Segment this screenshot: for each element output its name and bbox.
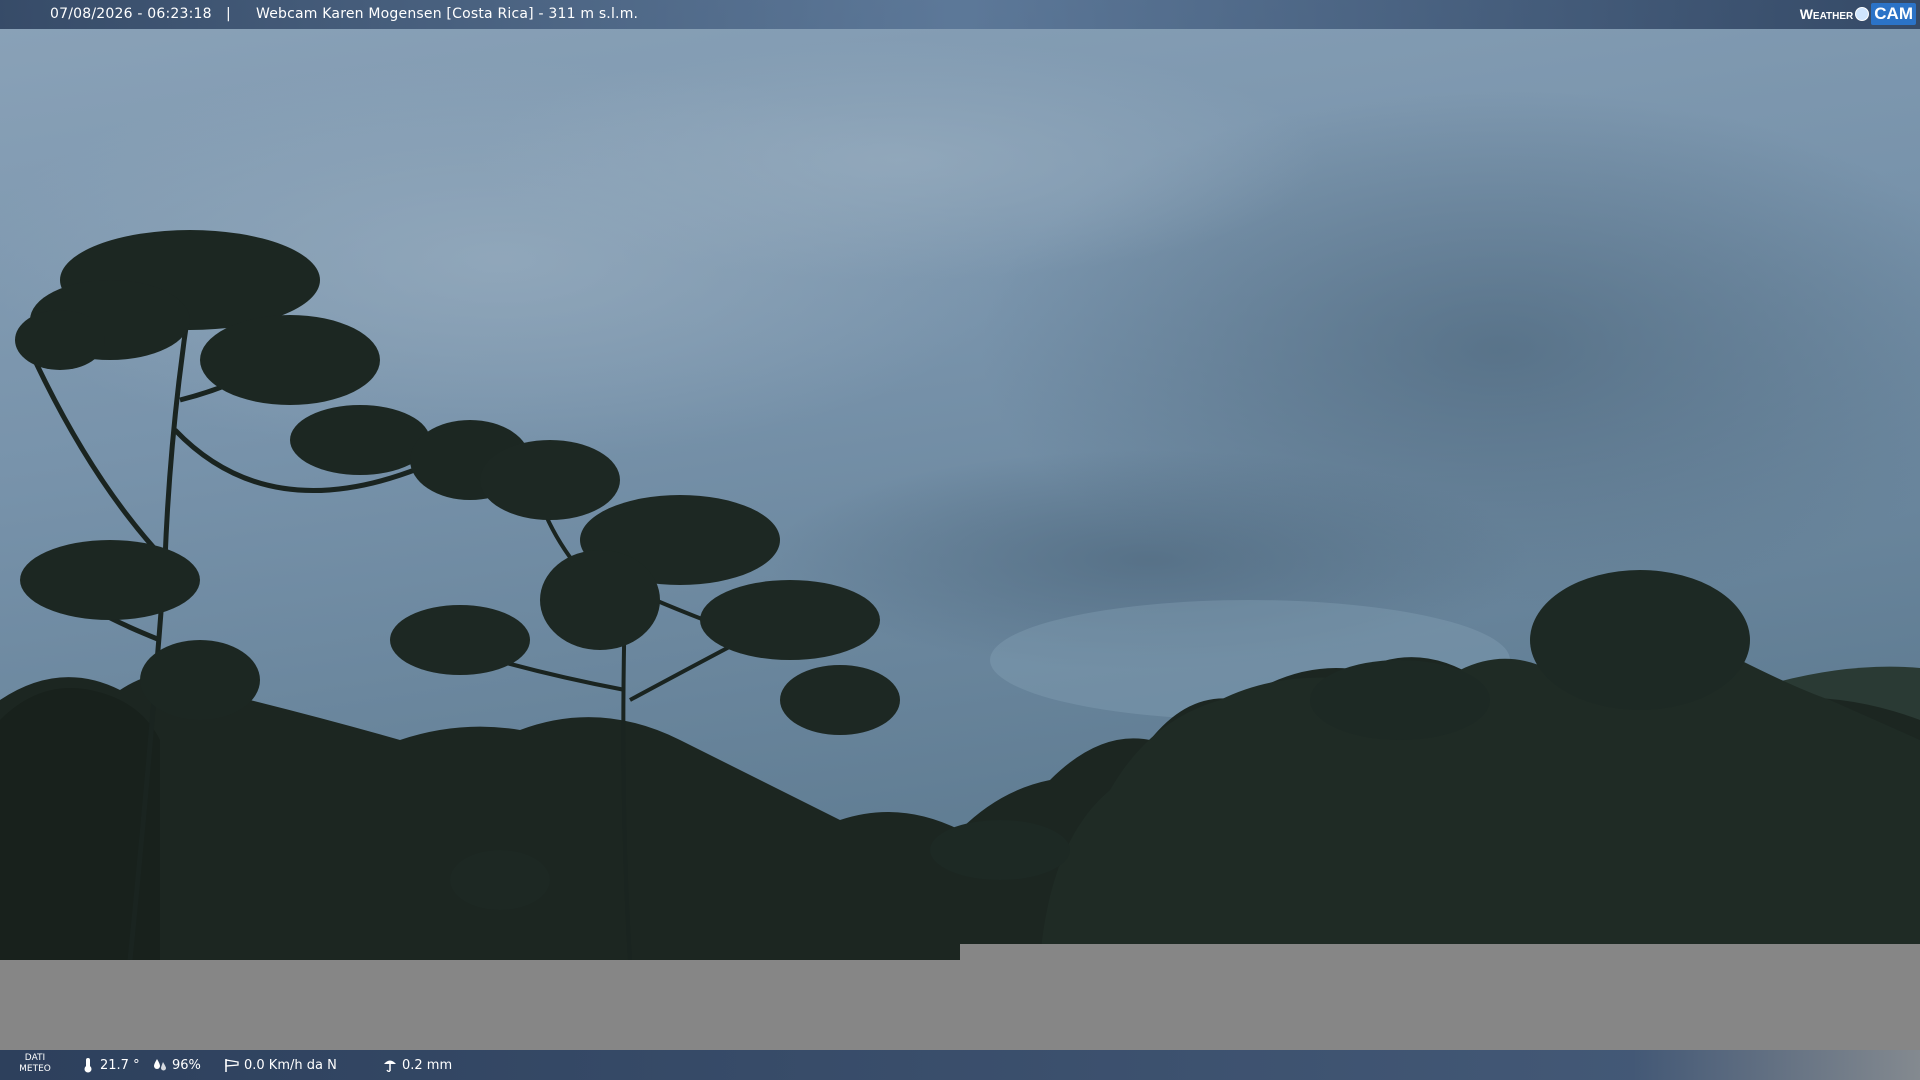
weathercam-logo[interactable]: Weather CAM: [1800, 3, 1916, 25]
temperature-value: 21.7 °: [100, 1057, 140, 1073]
rain-value: 0.2 mm: [402, 1057, 453, 1073]
windsock-icon: [225, 1059, 239, 1072]
weather-data-label-line1: DATI: [24, 1053, 46, 1063]
wind-item: 0.0 Km/h da N: [224, 1057, 337, 1073]
rain-item: 0.2 mm: [382, 1057, 452, 1073]
logo-globe-icon: [1855, 7, 1870, 21]
temperature-item: 21.7 °: [80, 1057, 140, 1073]
weather-data-label-line2: METEO: [19, 1064, 51, 1074]
webcam-image: [0, 0, 1920, 960]
logo-weather-text: Weather: [1799, 6, 1854, 22]
humidity-item: 96%: [152, 1057, 201, 1073]
separator: |: [226, 6, 231, 22]
cloud: [480, 40, 1320, 280]
humidity-drops-icon: [154, 1059, 166, 1071]
wind-value: 0.0 Km/h da N: [244, 1057, 337, 1073]
weather-data-bar: DATI METEO 21.7 ° 96% 0.0 Km/h da N 0.2 …: [0, 1050, 1920, 1080]
image-gray-band: [0, 960, 1920, 1050]
thermometer-icon: [84, 1058, 92, 1073]
image-gray-band-step: [960, 944, 1920, 960]
webcam-title: Webcam Karen Mogensen [Costa Rica] - 311…: [256, 6, 639, 22]
datetime: 07/08/2026 - 06:23:18: [50, 6, 212, 22]
humidity-value: 96%: [172, 1057, 201, 1073]
top-info-bar: 07/08/2026 - 06:23:18 | Webcam Karen Mog…: [0, 0, 1920, 29]
rain-gauge-icon: [384, 1060, 396, 1072]
weather-data-label: DATI METEO: [18, 1053, 52, 1075]
logo-cam-text: CAM: [1871, 3, 1916, 25]
